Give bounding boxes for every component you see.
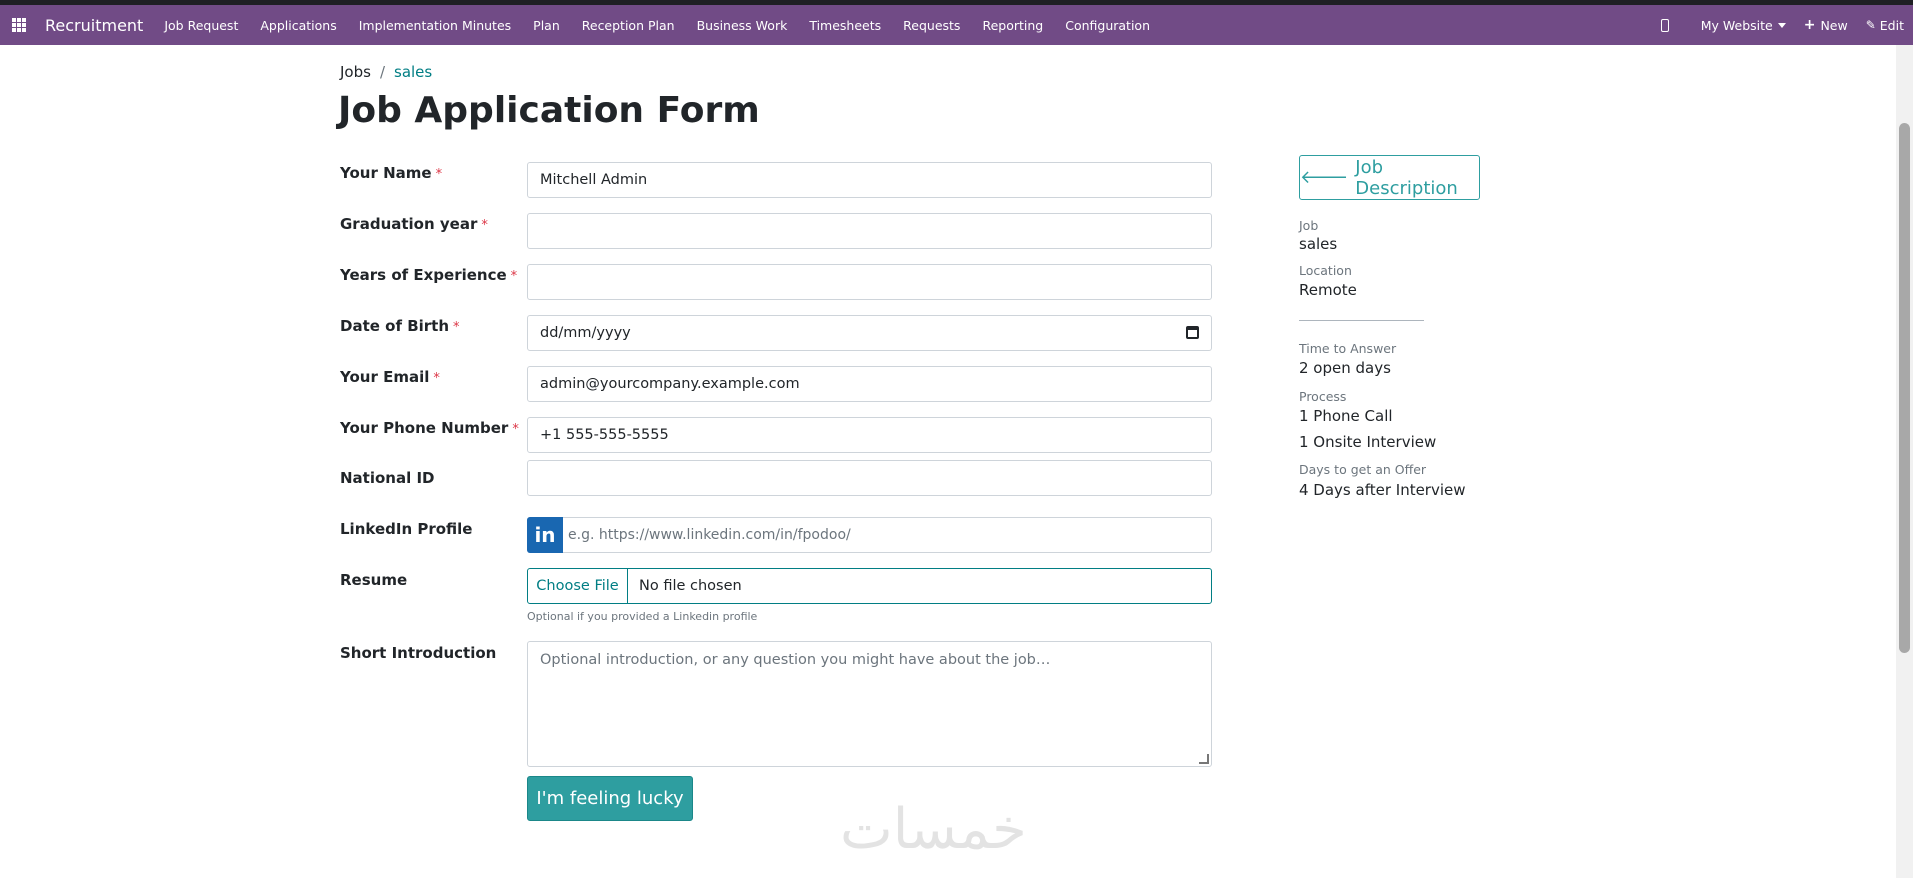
offer-label: Days to get an Offer [1299,462,1427,477]
submit-button[interactable]: I'm feeling lucky [527,776,693,821]
job-description-label: Job Description [1355,156,1458,199]
main-menu: Job Request Applications Implementation … [153,5,1161,45]
required-mark: * [481,218,488,233]
name-label-text: Your Name [340,164,432,182]
linkedin-input[interactable]: e.g. https://www.linkedin.com/in/fpodoo/ [527,517,1212,553]
process-step: 1 Phone Call [1299,407,1393,425]
calendar-icon[interactable] [1186,326,1199,339]
page-title: Job Application Form [338,90,760,131]
breadcrumb-current[interactable]: sales [394,63,432,81]
mobile-phone-icon [1660,18,1669,32]
menu-item-job-request[interactable]: Job Request [153,5,249,45]
breadcrumb: Jobs / sales [340,63,432,81]
breadcrumb-jobs[interactable]: Jobs [340,63,371,81]
pencil-icon: ✎ [1865,18,1876,32]
name-input[interactable]: Mitchell Admin [527,162,1212,198]
email-label: Your Email * [340,368,440,386]
resize-grip-icon[interactable] [1199,754,1209,764]
job-label: Job [1299,218,1319,233]
menu-item-plan[interactable]: Plan [522,5,571,45]
process-step: 1 Onsite Interview [1299,433,1437,451]
required-mark: * [435,167,443,182]
required-mark: * [453,320,460,335]
national-id-label: National ID [340,469,435,487]
phone-input[interactable]: +1 555-555-5555 [527,417,1212,453]
menu-item-implementation-minutes[interactable]: Implementation Minutes [348,5,522,45]
name-label: Your Name * [340,164,442,182]
page-scrollbar[interactable] [1896,45,1913,878]
dob-input[interactable]: dd/mm/yyyy [527,315,1212,351]
location-label: Location [1299,263,1352,278]
phone-label-text: Your Phone Number [340,419,509,437]
email-label-text: Your Email [340,368,430,386]
dob-label-text: Date of Birth [340,317,450,335]
intro-textarea[interactable]: Optional introduction, or any question y… [527,641,1212,767]
website-switcher-label: My Website [1700,17,1773,33]
dob-label: Date of Birth * [340,317,460,335]
graduation-label-text: Graduation year [340,215,478,233]
dob-input-value: dd/mm/yyyy [540,325,631,341]
required-mark: * [512,422,519,437]
website-switcher[interactable]: My Website [1692,18,1795,33]
required-mark: * [433,371,440,386]
menu-item-timesheets[interactable]: Timesheets [798,5,892,45]
menu-item-applications[interactable]: Applications [249,5,347,45]
navbar-right: My Website + New ✎ Edit [1652,5,1913,45]
experience-label-text: Years of Experience [340,266,507,284]
resume-hint: Optional if you provided a Linkedin prof… [527,610,758,623]
menu-item-reporting[interactable]: Reporting [971,5,1054,45]
app-brand[interactable]: Recruitment [45,16,143,35]
phone-label: Your Phone Number * [340,419,519,437]
caret-down-icon [1777,22,1786,28]
edit-button[interactable]: ✎ Edit [1857,18,1913,33]
resume-file-input[interactable]: Choose File No file chosen [527,568,1212,604]
menu-item-configuration[interactable]: Configuration [1054,5,1161,45]
graduation-input[interactable] [527,213,1212,249]
linkedin-icon: in [527,517,563,553]
new-button-label: New [1820,17,1848,33]
job-value: sales [1299,235,1338,253]
process-label: Process [1299,389,1347,404]
experience-label: Years of Experience * [340,266,517,284]
edit-button-label: Edit [1879,17,1904,33]
intro-placeholder: Optional introduction, or any question y… [540,652,1051,668]
intro-label: Short Introduction [340,644,497,662]
menu-item-requests[interactable]: Requests [892,5,971,45]
new-button[interactable]: + New [1795,17,1857,33]
arrow-left-icon: 🡐 [1300,167,1349,188]
choose-file-button[interactable]: Choose File [528,569,628,603]
top-navbar: Recruitment Job Request Applications Imp… [0,5,1913,45]
location-value: Remote [1299,281,1357,299]
graduation-label: Graduation year * [340,215,488,233]
required-mark: * [510,269,518,284]
linkedin-label: LinkedIn Profile [340,520,473,538]
email-input[interactable]: admin@yourcompany.example.com [527,366,1212,402]
national-id-input[interactable] [527,460,1212,496]
experience-input[interactable] [527,264,1212,300]
breadcrumb-separator: / [379,63,385,81]
mobile-preview-button[interactable] [1652,18,1692,32]
offer-value: 4 Days after Interview [1299,481,1466,499]
job-description-button[interactable]: 🡐 Job Description [1299,155,1480,200]
apps-grid-icon[interactable] [12,18,26,32]
file-status: No file chosen [639,578,742,594]
scrollbar-thumb[interactable] [1899,123,1910,653]
menu-item-business-work[interactable]: Business Work [686,5,799,45]
time-to-answer-value: 2 open days [1299,359,1391,377]
plus-icon: + [1803,17,1816,33]
resume-label: Resume [340,571,408,589]
watermark: خمسات [840,797,1027,862]
sidebar-divider [1299,320,1424,321]
menu-item-reception-plan[interactable]: Reception Plan [571,5,686,45]
time-to-answer-label: Time to Answer [1299,341,1397,356]
